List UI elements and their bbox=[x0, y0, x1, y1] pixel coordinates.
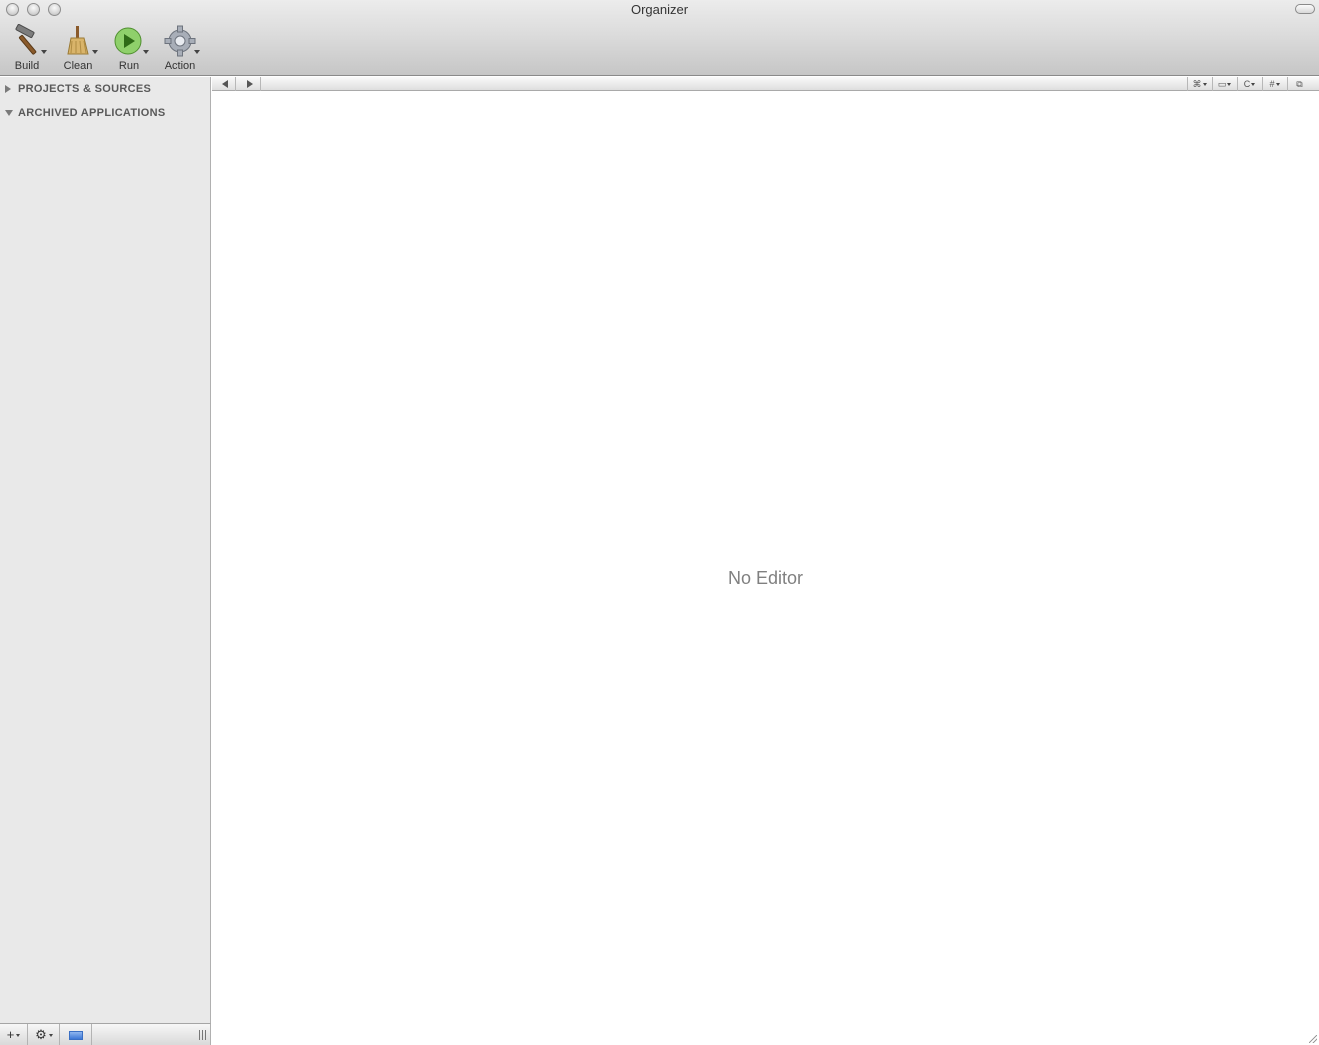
go-forward-button[interactable] bbox=[237, 77, 261, 91]
sidebar-group-label: PROJECTS & SOURCES bbox=[18, 83, 152, 95]
editor-area: No Editor bbox=[212, 92, 1319, 1045]
action-dropdown-icon bbox=[194, 50, 200, 54]
dropdown-icon bbox=[1227, 83, 1232, 87]
gear-icon: ⚙ bbox=[35, 1027, 47, 1042]
detail-view-icon bbox=[69, 1031, 83, 1041]
dropdown-icon bbox=[1202, 83, 1207, 87]
run-button[interactable]: Run bbox=[105, 24, 153, 74]
window-toolbar: Organizer Build Clean Run Action bbox=[0, 0, 1319, 76]
action-label: Action bbox=[164, 60, 196, 72]
breakpoint-icon: ▭ bbox=[1217, 79, 1227, 89]
gear-dropdown-icon bbox=[48, 1034, 53, 1038]
plus-icon: + bbox=[6, 1027, 15, 1042]
hammer-icon bbox=[10, 23, 44, 58]
play-icon bbox=[112, 24, 146, 58]
clean-dropdown-icon bbox=[92, 50, 98, 54]
gear-icon bbox=[163, 24, 197, 58]
editor-navigation-bar: ⌘ ▭ C # ⧉ bbox=[212, 77, 1319, 91]
dropdown-icon bbox=[1251, 83, 1256, 87]
forward-arrow-icon bbox=[247, 80, 253, 88]
clean-button[interactable]: Clean bbox=[54, 24, 102, 74]
sidebar: PROJECTS & SOURCES ARCHIVED APPLICATIONS bbox=[0, 77, 211, 1023]
hash-icon: # bbox=[1269, 79, 1275, 89]
sidebar-group-archived-applications[interactable]: ARCHIVED APPLICATIONS bbox=[0, 103, 211, 123]
sidebar-action-button[interactable]: ⚙ bbox=[29, 1024, 60, 1045]
window-title: Organizer bbox=[630, 2, 689, 17]
add-button[interactable]: + bbox=[0, 1024, 28, 1045]
build-label: Build bbox=[14, 60, 40, 72]
disclosure-expanded-icon[interactable] bbox=[5, 110, 13, 116]
run-label: Run bbox=[118, 60, 140, 72]
clean-label: Clean bbox=[63, 60, 93, 72]
toolbar-toggle-button[interactable] bbox=[1295, 4, 1315, 14]
run-dropdown-icon bbox=[143, 50, 149, 54]
add-dropdown-icon bbox=[16, 1034, 21, 1038]
split-editor-icon: ⧉ bbox=[1296, 79, 1303, 89]
toggle-detail-view-button[interactable] bbox=[61, 1024, 92, 1045]
sidebar-group-label: ARCHIVED APPLICATIONS bbox=[18, 107, 166, 119]
build-dropdown-icon bbox=[41, 50, 47, 54]
back-arrow-icon bbox=[222, 80, 228, 88]
class-hierarchy-menu-button[interactable]: C bbox=[1237, 77, 1261, 91]
bookmark-icon: ⌘ bbox=[1192, 79, 1202, 89]
broom-icon bbox=[61, 24, 95, 58]
action-button[interactable]: Action bbox=[156, 24, 204, 74]
included-files-menu-button[interactable]: # bbox=[1262, 77, 1286, 91]
window-resize-grip[interactable] bbox=[1309, 1035, 1317, 1043]
dropdown-icon bbox=[1275, 83, 1280, 87]
split-editor-button[interactable]: ⧉ bbox=[1287, 77, 1311, 91]
sidebar-group-projects-sources[interactable]: PROJECTS & SOURCES bbox=[0, 79, 211, 99]
breakpoints-menu-button[interactable]: ▭ bbox=[1212, 77, 1236, 91]
class-icon: C bbox=[1243, 79, 1251, 89]
go-back-button[interactable] bbox=[212, 77, 236, 91]
disclosure-collapsed-icon[interactable] bbox=[5, 85, 11, 93]
bookmarks-menu-button[interactable]: ⌘ bbox=[1187, 77, 1211, 91]
build-button[interactable]: Build bbox=[3, 23, 51, 74]
split-resize-handle[interactable] bbox=[199, 1030, 206, 1040]
empty-editor-message: No Editor bbox=[727, 568, 804, 588]
sidebar-bottom-bar: + ⚙ bbox=[0, 1023, 211, 1045]
